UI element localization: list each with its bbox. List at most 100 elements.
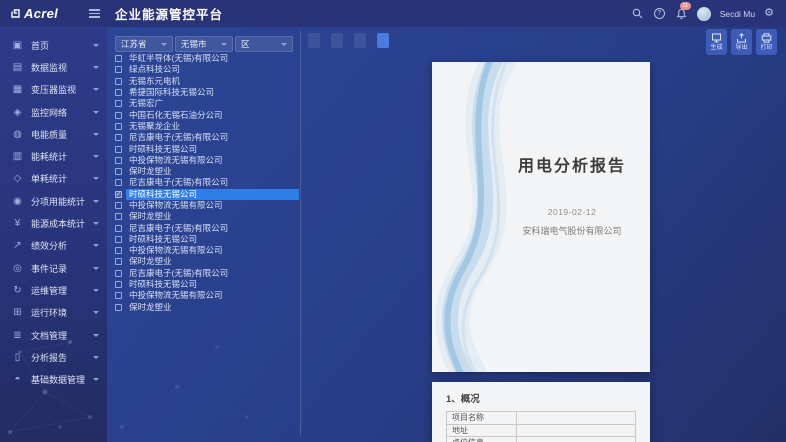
checkbox[interactable] <box>115 112 122 119</box>
sidebar-item-data-monitor[interactable]: ▤ 数据监视 <box>0 56 107 78</box>
checkbox[interactable] <box>115 292 122 299</box>
sidebar-item-event-log[interactable]: ◎ 事件记录 <box>0 257 107 279</box>
sidebar-item-home[interactable]: ▣ 首页 <box>0 34 107 56</box>
company-row[interactable]: 时硕科技无锡公司 <box>115 279 299 290</box>
nav-item-icon: ▣ <box>11 40 24 51</box>
checkbox[interactable] <box>115 225 122 232</box>
checkbox[interactable] <box>115 213 122 220</box>
company-row[interactable]: 无锡宏广 <box>115 98 299 109</box>
checkbox[interactable] <box>115 258 122 265</box>
report-range-button[interactable] <box>331 33 343 48</box>
city-select[interactable]: 无锡市 <box>175 36 233 52</box>
company-row[interactable]: 尼吉康电子(无锡)有限公司 <box>115 177 299 188</box>
nav-item-icon: ▦ <box>11 84 24 95</box>
company-row[interactable]: 时硕科技无锡公司 <box>115 234 299 245</box>
company-name: 时硕科技无锡公司 <box>126 189 299 200</box>
sidebar-item-performance-analysis[interactable]: ↗ 绩效分析 <box>0 235 107 257</box>
search-icon[interactable] <box>631 7 644 20</box>
sidebar-item-transformer-monitor[interactable]: ▦ 变压器监视 <box>0 79 107 101</box>
province-select[interactable]: 江苏省 <box>115 36 173 52</box>
user-avatar[interactable] <box>697 7 711 21</box>
chevron-down-icon <box>93 356 99 359</box>
district-select[interactable]: 区 <box>235 36 293 52</box>
menu-toggle-icon[interactable] <box>89 9 100 18</box>
checkbox[interactable] <box>115 179 122 186</box>
company-row[interactable]: 中国石化无锡石油分公司 <box>115 109 299 120</box>
company-row[interactable]: 时硕科技无锡公司 <box>115 143 299 154</box>
company-name: 中投保物流无锡有限公司 <box>126 245 226 256</box>
sidebar-item-subentry-energy-stats[interactable]: ◉ 分项用能统计 <box>0 190 107 212</box>
sidebar-item-energy-cost-stats[interactable]: ¥ 能源成本统计 <box>0 212 107 234</box>
sidebar-item-unit-consumption[interactable]: ◇ 单耗统计 <box>0 168 107 190</box>
checkbox[interactable] <box>115 146 122 153</box>
company-row[interactable]: 保时龙塑业 <box>115 302 299 313</box>
company-row[interactable]: 中投保物流无锡有限公司 <box>115 290 299 301</box>
checkbox[interactable] <box>115 134 122 141</box>
company-row[interactable]: 希捷国际科技无锡公司 <box>115 87 299 98</box>
company-row[interactable]: ✓ 时硕科技无锡公司 <box>115 189 299 200</box>
sidebar-item-analysis-report[interactable]: ▯ 分析报告 <box>0 346 107 368</box>
company-row[interactable]: 尼吉康电子(无锡)有限公司 <box>115 132 299 143</box>
sidebar-item-power-quality[interactable]: ◍ 电能质量 <box>0 123 107 145</box>
report-range-button[interactable] <box>377 33 389 48</box>
company-row[interactable]: 无锡东元电机 <box>115 76 299 87</box>
company-name: 尼吉康电子(无锡)有限公司 <box>126 223 231 234</box>
checkbox[interactable] <box>115 123 122 130</box>
checkbox[interactable] <box>115 202 122 209</box>
company-row[interactable]: 尼吉康电子(无锡)有限公司 <box>115 222 299 233</box>
company-row[interactable]: 中投保物流无锡有限公司 <box>115 155 299 166</box>
chevron-down-icon <box>281 43 287 46</box>
company-row[interactable]: 保时龙塑业 <box>115 166 299 177</box>
sidebar-item-energy-stats[interactable]: ▥ 能耗统计 <box>0 145 107 167</box>
chevron-down-icon <box>93 222 99 225</box>
chevron-down-icon <box>93 378 99 381</box>
report-range-button[interactable] <box>308 33 320 48</box>
sidebar-item-operating-environment[interactable]: ⊞ 运行环境 <box>0 302 107 324</box>
sidebar-item-monitoring-network[interactable]: ◈ 监控网络 <box>0 101 107 123</box>
settings-gear-icon[interactable]: ⚙ <box>764 8 774 19</box>
company-row[interactable]: 中投保物流无锡有限公司 <box>115 200 299 211</box>
checkbox[interactable] <box>115 89 122 96</box>
checkbox[interactable] <box>115 281 122 288</box>
report-range-button[interactable] <box>354 33 366 48</box>
checkbox[interactable] <box>115 168 122 175</box>
sidebar-item-ops-management[interactable]: ↻ 运维管理 <box>0 279 107 301</box>
username[interactable]: Secdi Mu <box>720 9 755 19</box>
generate-button[interactable]: 生成 <box>706 29 727 55</box>
company-row[interactable]: 保时龙塑业 <box>115 256 299 267</box>
nav-item-icon: ▤ <box>11 62 24 73</box>
company-row[interactable]: 中投保物流无锡有限公司 <box>115 245 299 256</box>
checkbox[interactable] <box>115 247 122 254</box>
checkbox[interactable] <box>115 157 122 164</box>
nav-item-label: 文档管理 <box>31 329 93 342</box>
checkbox[interactable] <box>115 66 122 73</box>
sidebar-item-basic-data-management[interactable]: ◓ 基础数据管理 <box>0 368 107 390</box>
nav-item-icon: ¥ <box>11 218 24 229</box>
export-button[interactable]: 导出 <box>731 29 752 55</box>
company-name: 尼吉康电子(无锡)有限公司 <box>126 268 231 279</box>
company-row[interactable]: 尼吉康电子(无锡)有限公司 <box>115 268 299 279</box>
notifications-bell-icon[interactable]: 11 <box>675 7 688 20</box>
nav-item-label: 事件记录 <box>31 262 93 275</box>
chevron-down-icon <box>93 289 99 292</box>
nav-item-label: 能源成本统计 <box>31 217 93 230</box>
checkbox[interactable] <box>115 270 122 277</box>
checkbox[interactable] <box>115 78 122 85</box>
company-row[interactable]: 保时龙塑业 <box>115 211 299 222</box>
sidebar-item-document-management[interactable]: ≣ 文档管理 <box>0 324 107 346</box>
nav-item-icon: ◈ <box>11 107 24 118</box>
table-row-value <box>517 437 636 442</box>
help-icon[interactable]: ? <box>653 7 666 20</box>
table-row-label: 项目名称 <box>447 412 517 425</box>
company-row[interactable]: 无锡聚龙企业 <box>115 121 299 132</box>
checkbox[interactable] <box>115 55 122 62</box>
sidebar-items: ▣ 首页 ▤ 数据监视 ▦ 变压器监视 ◈ 监控网络 ◍ 电 <box>0 34 107 391</box>
chevron-down-icon <box>93 267 99 270</box>
company-row[interactable]: 华虹半导体(无锡)有限公司 <box>115 53 299 64</box>
checkbox[interactable]: ✓ <box>115 191 122 198</box>
company-row[interactable]: 绿点科技公司 <box>115 64 299 75</box>
checkbox[interactable] <box>115 236 122 243</box>
print-button[interactable]: 打印 <box>756 29 777 55</box>
checkbox[interactable] <box>115 304 122 311</box>
checkbox[interactable] <box>115 100 122 107</box>
